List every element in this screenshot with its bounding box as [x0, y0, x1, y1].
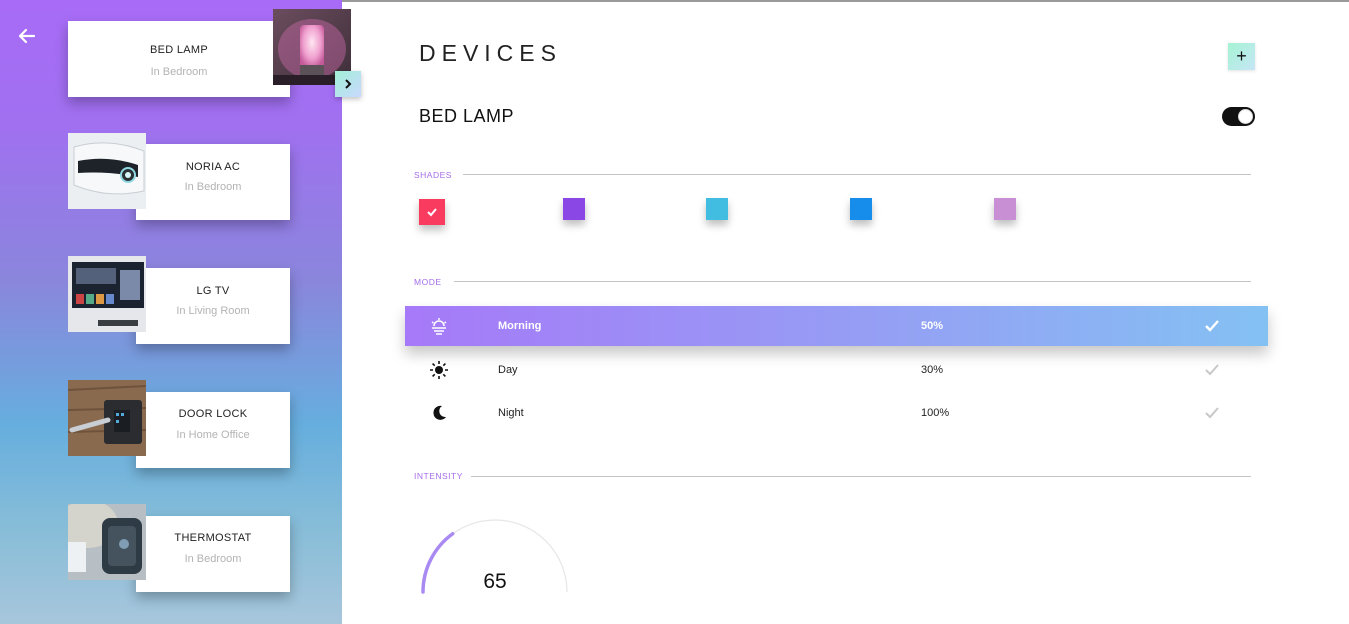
expand-chevron-button[interactable]	[335, 71, 361, 97]
power-toggle[interactable]	[1222, 107, 1255, 126]
device-name: THERMOSTAT	[174, 532, 252, 544]
mode-name: Day	[498, 364, 518, 376]
sun-icon	[429, 360, 449, 380]
selected-device-title: BED LAMP	[419, 106, 515, 126]
mode-row-day[interactable]: Day 30%	[405, 350, 1268, 390]
device-room: In Bedroom	[184, 553, 242, 565]
mode-percent: 30%	[921, 364, 944, 376]
device-card-thermostat[interactable]: THERMOSTAT In Bedroom	[136, 516, 290, 592]
device-room: In Bedroom	[184, 181, 242, 193]
mode-percent: 50%	[921, 320, 944, 332]
mode-row-morning[interactable]: Morning 50%	[405, 306, 1268, 346]
chevron-right-icon	[345, 79, 352, 89]
add-device-button[interactable]: +	[1228, 43, 1255, 70]
intensity-arc	[421, 532, 455, 594]
mode-name: Morning	[498, 320, 542, 332]
device-room: In Living Room	[176, 305, 250, 317]
device-name: LG TV	[196, 285, 230, 297]
check-icon	[427, 208, 437, 217]
device-name: DOOR LOCK	[178, 408, 248, 420]
device-sidebar: BED LAMP In Bedroom NORIA AC In Bedroom	[0, 0, 361, 624]
intensity-label: INTENSITY	[414, 471, 463, 481]
page-title: DEVICES	[419, 40, 562, 66]
toggle-knob	[1238, 109, 1253, 124]
shade-swatch-4[interactable]	[850, 198, 872, 220]
device-room: In Home Office	[176, 429, 250, 441]
moon-icon	[429, 403, 449, 423]
check-icon	[1203, 404, 1221, 422]
check-icon	[1203, 317, 1221, 335]
shade-swatch-5[interactable]	[994, 198, 1016, 220]
back-arrow-icon[interactable]	[16, 25, 38, 47]
shade-swatch-2[interactable]	[563, 198, 585, 220]
shade-swatch-1[interactable]	[419, 199, 445, 225]
device-room: In Bedroom	[150, 66, 208, 78]
shade-swatch-3[interactable]	[706, 198, 728, 220]
shades-label: SHADES	[414, 170, 452, 180]
ac-photo	[68, 133, 146, 209]
sunrise-icon	[429, 316, 449, 336]
check-icon	[1203, 361, 1221, 379]
device-card-bed-lamp[interactable]: BED LAMP In Bedroom	[68, 21, 290, 97]
mode-label: MODE	[414, 277, 442, 287]
device-name: NORIA AC	[185, 161, 241, 173]
mode-name: Night	[498, 407, 524, 419]
door-lock-photo	[68, 380, 146, 456]
device-name: BED LAMP	[149, 44, 209, 56]
intensity-value: 65	[483, 570, 507, 593]
mode-percent: 100%	[921, 407, 950, 419]
mode-row-night[interactable]: Night 100%	[405, 393, 1268, 433]
shades-divider	[463, 174, 1251, 175]
device-card-noria-ac[interactable]: NORIA AC In Bedroom	[136, 144, 290, 220]
intensity-divider	[471, 476, 1251, 477]
thermostat-photo	[68, 504, 146, 580]
tv-photo	[68, 256, 146, 332]
device-card-door-lock[interactable]: DOOR LOCK In Home Office	[136, 392, 290, 468]
device-card-lg-tv[interactable]: LG TV In Living Room	[136, 268, 290, 344]
mode-divider	[454, 281, 1251, 282]
